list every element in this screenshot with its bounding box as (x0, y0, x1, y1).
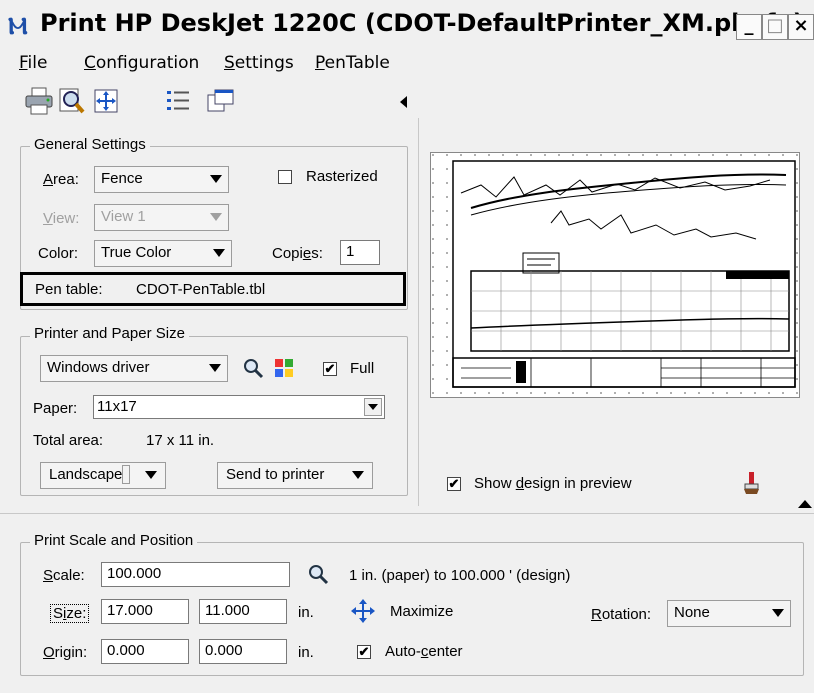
orientation-dropdown[interactable]: Landscape (40, 462, 166, 489)
menu-configuration[interactable]: Configuration (84, 53, 199, 73)
scale-field[interactable]: 100.000 (101, 562, 290, 587)
title-bar: Ⲙ Print HP DeskJet 1220C (CDOT-DefaultPr… (0, 0, 814, 48)
pen-table-value: CDOT-PenTable.tbl (136, 281, 266, 298)
rasterized-label: Rasterized (306, 168, 378, 185)
general-settings-legend: General Settings (30, 136, 150, 153)
copies-field[interactable]: 1 (340, 240, 380, 265)
printer-paper-legend: Printer and Paper Size (30, 325, 189, 342)
chevron-down-icon (772, 609, 784, 617)
collapse-arrow-icon[interactable] (400, 96, 407, 108)
menu-bar: File Configuration Settings PenTable (0, 50, 814, 80)
brush-icon[interactable] (740, 470, 762, 496)
rasterized-checkbox[interactable] (278, 170, 292, 184)
copies-label: Copies: (272, 245, 323, 262)
printer-icon[interactable] (24, 86, 54, 116)
origin-unit: in. (298, 644, 314, 661)
menu-pentable[interactable]: PenTable (315, 53, 390, 73)
show-design-label: Show design in preview (474, 475, 632, 492)
color-label: Color: (38, 245, 79, 262)
minimize-button[interactable]: _ (736, 14, 762, 40)
maximize-button[interactable]: Maximize (390, 603, 453, 620)
print-preview (430, 152, 800, 398)
origin-y-field[interactable]: 0.000 (199, 639, 287, 664)
horizontal-divider (0, 513, 814, 514)
color-dropdown[interactable]: True Color (94, 240, 232, 267)
chevron-down-icon (210, 175, 222, 183)
preview-magnifier-icon[interactable] (57, 86, 87, 116)
size-height-field[interactable]: 11.000 (199, 599, 287, 624)
maximize-button[interactable]: □ (762, 14, 788, 40)
close-button[interactable]: × (788, 14, 814, 40)
total-area-label: Total area: (33, 432, 104, 449)
origin-label: Origin: (43, 644, 88, 661)
scale-position-legend: Print Scale and Position (30, 532, 198, 549)
paper-dropdown[interactable]: 11x17 (93, 395, 385, 419)
chevron-down-icon (352, 471, 364, 479)
menu-settings[interactable]: Settings (224, 53, 294, 73)
window-icon[interactable] (205, 86, 235, 116)
expand-arrow-icon[interactable] (798, 500, 812, 508)
chevron-down-icon (364, 398, 382, 416)
list-icon[interactable] (164, 86, 194, 116)
paper-label: Paper: (33, 400, 78, 417)
chevron-down-icon (210, 213, 222, 221)
printer-properties-icon[interactable] (241, 356, 265, 380)
show-design-checkbox[interactable]: ✔ (447, 477, 461, 491)
total-area-value: 17 x 11 in. (146, 432, 215, 449)
chevron-down-icon (145, 471, 157, 479)
app-icon: Ⲙ (8, 12, 28, 40)
area-dropdown[interactable]: Fence (94, 166, 229, 193)
menu-file[interactable]: File (19, 53, 47, 73)
driver-dropdown[interactable]: Windows driver (40, 355, 228, 382)
chevron-down-icon (209, 364, 221, 372)
vertical-divider (418, 118, 419, 506)
scale-description: 1 in. (paper) to 100.000 ' (design) (349, 567, 571, 584)
view-label: View: (43, 210, 80, 227)
size-width-field[interactable]: 17.000 (101, 599, 189, 624)
view-dropdown: View 1 (94, 204, 229, 231)
design-preview-drawing (431, 153, 799, 397)
maximize-arrows-icon[interactable] (349, 597, 377, 625)
scale-label: Scale: (43, 567, 85, 584)
full-checkbox[interactable]: ✔ (323, 362, 337, 376)
chevron-down-icon (213, 249, 225, 257)
rotation-label: Rotation: (591, 606, 652, 623)
size-unit: in. (298, 604, 314, 621)
maximize-arrows-icon[interactable] (92, 86, 122, 116)
auto-center-label: Auto-center (385, 643, 463, 660)
windows-flag-icon[interactable] (273, 357, 295, 379)
origin-x-field[interactable]: 0.000 (101, 639, 189, 664)
pen-table-label: Pen table: (35, 281, 103, 298)
magnifier-icon[interactable] (307, 563, 329, 585)
window-title: Print HP DeskJet 1220C (CDOT-DefaultPrin… (40, 9, 804, 37)
size-label: Size: (50, 604, 90, 623)
full-label: Full (350, 360, 375, 377)
send-to-printer-dropdown[interactable]: Send to printer (217, 462, 373, 489)
rotation-dropdown[interactable]: None (667, 600, 791, 627)
area-label: Area: (43, 171, 79, 188)
auto-center-checkbox[interactable]: ✔ (357, 645, 371, 659)
